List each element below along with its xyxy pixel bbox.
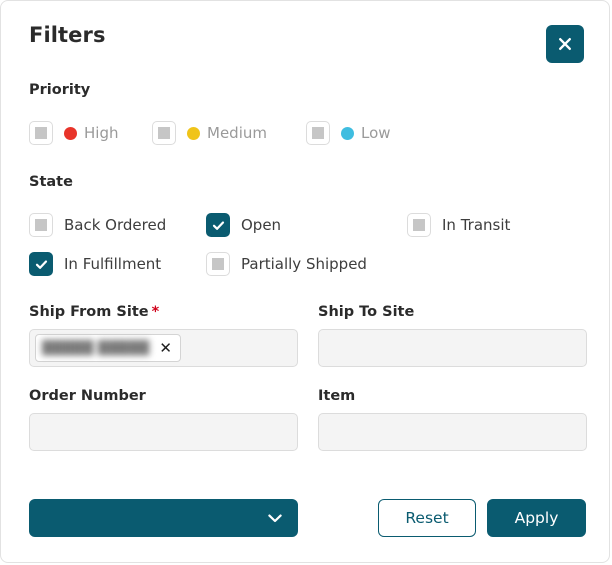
ship-to-site-label: Ship To Site [318,304,415,320]
panel-header: Filters [1,1,609,73]
priority-checkbox-low[interactable] [306,121,330,145]
field-ship-from-site: Ship From Site * █████ █████ ✕ [29,304,298,367]
state-checkbox-in-fulfillment[interactable] [29,252,53,276]
order-number-input[interactable] [29,413,298,451]
priority-label-high: High [84,124,119,142]
state-label-open: Open [241,216,282,234]
priority-dot-high [64,126,77,140]
field-order-number: Order Number [29,388,298,451]
checkbox-inner-square [413,219,425,231]
priority-dot-medium [187,126,200,140]
apply-button[interactable]: Apply [487,499,586,537]
saved-filter-select[interactable] [29,499,298,537]
checkbox-inner-square [158,127,170,139]
priority-option-medium[interactable]: Medium [152,121,267,145]
priority-label-medium: Medium [207,124,267,142]
state-option-back-ordered[interactable]: Back Ordered [29,213,166,237]
priority-checkbox-medium[interactable] [152,121,176,145]
field-ship-to-site: Ship To Site [318,304,587,367]
checkbox-inner-square [35,219,47,231]
item-label: Item [318,388,356,404]
order-number-label: Order Number [29,388,146,404]
state-label-partially-shipped: Partially Shipped [241,255,367,273]
page-title: Filters [29,23,106,47]
required-asterisk: * [151,304,160,320]
ship-from-site-input[interactable]: █████ █████ ✕ [29,329,298,367]
ship-to-site-input[interactable] [318,329,587,367]
priority-section-label: Priority [29,82,91,98]
filters-panel: Filters Priority High Medium Low State B… [0,0,610,563]
state-option-in-fulfillment[interactable]: In Fulfillment [29,252,161,276]
ship-from-site-label: Ship From Site * [29,304,298,320]
field-item: Item [318,388,587,451]
state-checkbox-in-transit[interactable] [407,213,431,237]
checkmark-icon [34,257,49,272]
checkbox-inner-square [35,127,47,139]
checkmark-icon [211,218,226,233]
state-checkbox-open[interactable] [206,213,230,237]
state-section-label: State [29,174,73,190]
state-option-in-transit[interactable]: In Transit [407,213,510,237]
checkbox-inner-square [312,127,324,139]
priority-dot-low [341,126,354,140]
priority-label-low: Low [361,124,391,142]
chevron-down-icon [268,514,282,523]
state-checkbox-back-ordered[interactable] [29,213,53,237]
ship-from-site-label-text: Ship From Site [29,304,149,320]
ship-from-site-token[interactable]: █████ █████ ✕ [35,334,181,362]
priority-option-low[interactable]: Low [306,121,391,145]
state-checkbox-partially-shipped[interactable] [206,252,230,276]
priority-option-high[interactable]: High [29,121,118,145]
item-input[interactable] [318,413,587,451]
state-option-partially-shipped[interactable]: Partially Shipped [206,252,367,276]
checkbox-inner-square [212,258,224,270]
state-option-open[interactable]: Open [206,213,281,237]
reset-button[interactable]: Reset [378,499,476,537]
state-label-in-transit: In Transit [442,216,511,234]
state-label-back-ordered: Back Ordered [64,216,167,234]
priority-checkbox-high[interactable] [29,121,53,145]
state-label-in-fulfillment: In Fulfillment [64,255,162,273]
ship-from-site-token-text: █████ █████ [42,340,150,356]
close-x-icon [558,37,572,51]
close-button[interactable] [546,25,584,63]
remove-token-x-icon[interactable]: ✕ [159,340,172,356]
